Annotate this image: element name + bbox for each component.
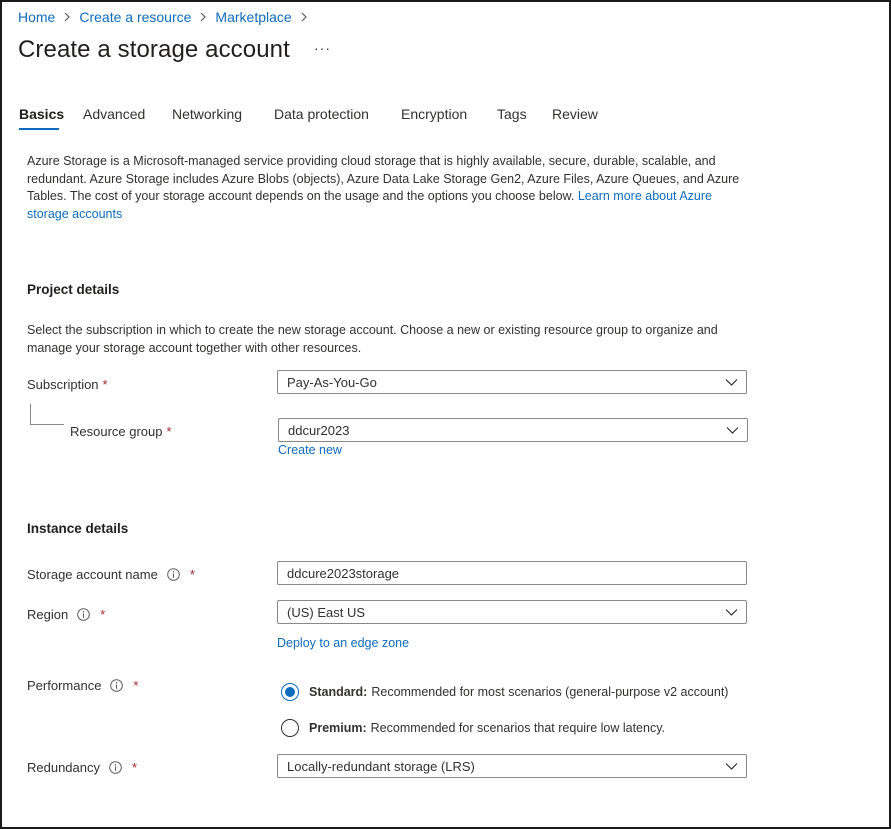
radio-option-title: Standard: <box>309 685 368 699</box>
page-title: Create a storage account <box>18 36 290 63</box>
tab-data-protection[interactable]: Data protection <box>274 106 369 122</box>
tab-advanced[interactable]: Advanced <box>83 106 145 122</box>
required-marker: * <box>166 424 172 439</box>
subscription-label: Subscription * <box>27 377 108 392</box>
required-marker: * <box>133 678 139 693</box>
resource-group-value: ddcur2023 <box>288 422 350 438</box>
performance-label: Performance * <box>27 678 138 693</box>
resource-group-label-text: Resource group <box>70 424 163 439</box>
breadcrumb-home[interactable]: Home <box>18 9 55 25</box>
tree-connector <box>30 424 64 425</box>
info-icon[interactable] <box>77 608 91 621</box>
radio-option-title: Premium: <box>309 721 367 735</box>
tab-tags[interactable]: Tags <box>497 106 527 122</box>
tab-basics[interactable]: Basics <box>19 106 64 122</box>
subscription-label-text: Subscription <box>27 377 99 392</box>
performance-standard-radio[interactable]: Standard: Recommended for most scenarios… <box>281 683 728 701</box>
required-marker: * <box>102 377 108 392</box>
redundancy-value: Locally-redundant storage (LRS) <box>287 758 475 774</box>
redundancy-dropdown[interactable]: Locally-redundant storage (LRS) <box>277 754 747 778</box>
region-label: Region * <box>27 607 105 622</box>
radio-unselected-icon <box>281 719 299 737</box>
resource-group-dropdown[interactable]: ddcur2023 <box>278 418 748 442</box>
info-icon[interactable] <box>109 761 122 774</box>
page-frame <box>0 0 891 829</box>
project-details-heading: Project details <box>27 282 120 297</box>
chevron-down-icon <box>725 377 738 387</box>
breadcrumb-create-resource[interactable]: Create a resource <box>79 9 191 25</box>
deploy-edge-zone-link[interactable]: Deploy to an edge zone <box>277 636 409 650</box>
redundancy-label: Redundancy * <box>27 760 137 775</box>
region-dropdown[interactable]: (US) East US <box>277 600 747 624</box>
tab-review[interactable]: Review <box>552 106 598 122</box>
create-new-resource-group-link[interactable]: Create new <box>278 443 342 457</box>
more-options-button[interactable]: ··· <box>314 40 331 56</box>
chevron-right-icon <box>300 12 308 22</box>
storage-account-name-value: ddcure2023storage <box>287 565 400 581</box>
region-label-text: Region <box>27 607 69 622</box>
intro-text: Azure Storage is a Microsoft-managed ser… <box>27 153 757 223</box>
breadcrumb: Home Create a resource Marketplace <box>18 9 316 25</box>
tab-encryption[interactable]: Encryption <box>401 106 467 122</box>
chevron-down-icon <box>726 425 739 435</box>
subscription-value: Pay-As-You-Go <box>287 374 377 390</box>
storage-account-name-label-text: Storage account name <box>27 567 158 582</box>
breadcrumb-marketplace[interactable]: Marketplace <box>215 9 291 25</box>
required-marker: * <box>100 607 106 622</box>
info-icon[interactable] <box>110 679 124 692</box>
project-details-description: Select the subscription in which to crea… <box>27 323 718 355</box>
chevron-right-icon <box>199 12 207 22</box>
radio-selected-icon <box>281 683 299 701</box>
performance-label-text: Performance <box>27 678 102 693</box>
info-icon[interactable] <box>167 568 180 581</box>
redundancy-label-text: Redundancy <box>27 760 100 775</box>
active-tab-indicator <box>19 128 59 130</box>
instance-details-heading: Instance details <box>27 521 129 536</box>
subscription-dropdown[interactable]: Pay-As-You-Go <box>277 370 747 394</box>
region-value: (US) East US <box>287 604 366 620</box>
chevron-right-icon <box>63 12 71 22</box>
radio-option-description: Recommended for most scenarios (general-… <box>371 685 729 699</box>
resource-group-label: Resource group * <box>70 424 172 439</box>
storage-account-name-label: Storage account name * <box>27 567 195 582</box>
radio-option-description: Recommended for scenarios that require l… <box>370 721 666 735</box>
tab-networking[interactable]: Networking <box>172 106 242 122</box>
required-marker: * <box>189 567 195 582</box>
storage-account-name-input[interactable]: ddcure2023storage <box>277 561 747 585</box>
tree-connector <box>30 404 31 425</box>
performance-premium-radio[interactable]: Premium: Recommended for scenarios that … <box>281 719 665 737</box>
required-marker: * <box>132 760 138 775</box>
chevron-down-icon <box>725 761 738 771</box>
chevron-down-icon <box>725 607 738 617</box>
